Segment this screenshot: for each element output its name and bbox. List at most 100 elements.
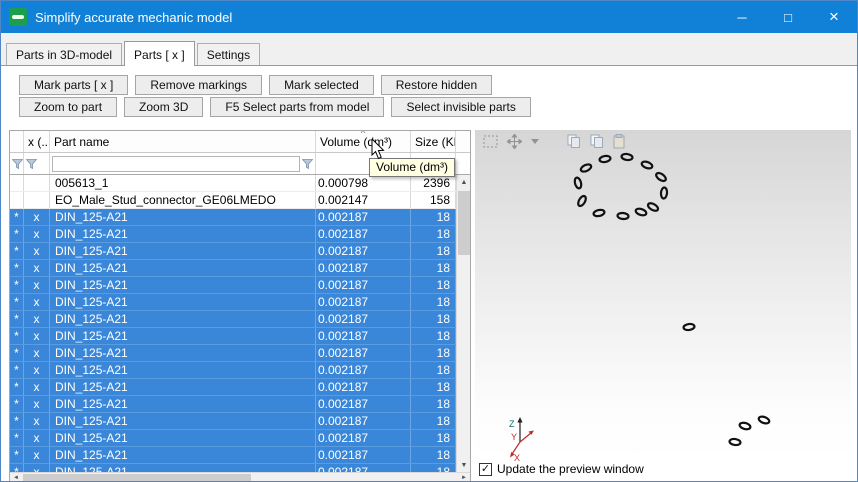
- table-row[interactable]: * x DIN_125-A21 0.002187 18: [10, 328, 456, 345]
- table-row[interactable]: * x DIN_125-A21 0.002187 18: [10, 345, 456, 362]
- scroll-up-icon[interactable]: ▲: [457, 175, 471, 189]
- filter-marker[interactable]: [10, 153, 24, 174]
- maximize-button[interactable]: □: [765, 1, 811, 33]
- button-row-2: Zoom to part Zoom 3D F5 Select parts fro…: [19, 97, 531, 117]
- minimize-button[interactable]: ─: [719, 1, 765, 33]
- row-volume-cell: 0.002187: [316, 413, 411, 429]
- header-volume[interactable]: ^ Volume (dm³): [316, 131, 411, 152]
- row-size-cell: 2396: [411, 175, 456, 191]
- row-size-cell: 18: [411, 311, 456, 327]
- row-marker-cell: *: [10, 226, 24, 242]
- washer-part: [655, 171, 667, 182]
- row-size-cell: 18: [411, 413, 456, 429]
- row-part-name-cell: DIN_125-A21: [50, 362, 316, 378]
- f5-select-parts-button[interactable]: F5 Select parts from model: [210, 97, 384, 117]
- zoom-to-part-button[interactable]: Zoom to part: [19, 97, 117, 117]
- table-row[interactable]: * x DIN_125-A21 0.002187 18: [10, 379, 456, 396]
- row-x-cell: x: [24, 430, 50, 446]
- horizontal-scroll-thumb[interactable]: [23, 474, 251, 482]
- row-part-name-cell: DIN_125-A21: [50, 311, 316, 327]
- washer-part: [739, 422, 751, 431]
- update-preview-label: Update the preview window: [497, 462, 644, 476]
- filter-x[interactable]: [24, 153, 50, 174]
- table-row[interactable]: 005613_1 0.000798 2396: [10, 175, 456, 192]
- chevron-down-icon[interactable]: [531, 139, 539, 144]
- table-row[interactable]: * x DIN_125-A21 0.002187 18: [10, 260, 456, 277]
- mark-selected-button[interactable]: Mark selected: [269, 75, 374, 95]
- table-row[interactable]: * x DIN_125-A21 0.002187 18: [10, 430, 456, 447]
- row-x-cell: x: [24, 345, 50, 361]
- row-part-name-cell: DIN_125-A21: [50, 294, 316, 310]
- scroll-left-icon[interactable]: ◄: [10, 473, 22, 482]
- table-row[interactable]: * x DIN_125-A21 0.002187 18: [10, 396, 456, 413]
- row-x-cell: x: [24, 379, 50, 395]
- washer-part: [621, 153, 633, 160]
- row-part-name-cell: EO_Male_Stud_connector_GE06LMEDO: [50, 192, 316, 208]
- table-row[interactable]: * x DIN_125-A21 0.002187 18: [10, 277, 456, 294]
- row-part-name-cell: DIN_125-A21: [50, 464, 316, 472]
- table-row[interactable]: * x DIN_125-A21 0.002187 18: [10, 311, 456, 328]
- row-x-cell: x: [24, 464, 50, 472]
- row-x-cell: x: [24, 294, 50, 310]
- washer-part: [574, 177, 583, 189]
- row-size-cell: 18: [411, 464, 456, 472]
- table-row[interactable]: * x DIN_125-A21 0.002187 18: [10, 226, 456, 243]
- row-volume-cell: 0.002187: [316, 464, 411, 472]
- tab-parts-in-3d-model[interactable]: Parts in 3D-model: [6, 43, 122, 66]
- update-preview-checkbox[interactable]: ✓: [479, 463, 492, 476]
- part-name-filter-input[interactable]: [52, 156, 300, 172]
- row-x-cell: [24, 192, 50, 208]
- washer-part: [577, 195, 588, 208]
- table-row[interactable]: * x DIN_125-A21 0.002187 18: [10, 464, 456, 472]
- filter-icon[interactable]: [26, 159, 37, 169]
- washer-part: [641, 160, 653, 169]
- tab-strip: Parts in 3D-model Parts [ x ] Settings: [1, 33, 857, 65]
- row-size-cell: 18: [411, 430, 456, 446]
- row-volume-cell: 0.002187: [316, 209, 411, 225]
- row-volume-cell: 0.002187: [316, 447, 411, 463]
- table-row[interactable]: * x DIN_125-A21 0.002187 18: [10, 413, 456, 430]
- tab-settings[interactable]: Settings: [197, 43, 260, 66]
- header-x[interactable]: x (...: [24, 131, 50, 152]
- header-part-name[interactable]: Part name: [50, 131, 316, 152]
- row-volume-cell: 0.002187: [316, 243, 411, 259]
- table-row[interactable]: * x DIN_125-A21 0.002187 18: [10, 243, 456, 260]
- filter-icon[interactable]: [12, 159, 23, 169]
- table-row[interactable]: * x DIN_125-A21 0.002187 18: [10, 294, 456, 311]
- remove-markings-button[interactable]: Remove markings: [135, 75, 262, 95]
- button-row-1: Mark parts [ x ] Remove markings Mark se…: [19, 75, 492, 95]
- scroll-down-icon[interactable]: ▼: [457, 458, 471, 472]
- vertical-scrollbar[interactable]: ▲ ▼: [456, 175, 470, 472]
- header-size[interactable]: Size (KB): [411, 131, 456, 152]
- select-invisible-parts-button[interactable]: Select invisible parts: [391, 97, 530, 117]
- window-title: Simplify accurate mechanic model: [35, 10, 719, 25]
- header-filler: [456, 131, 470, 152]
- zoom-window-icon[interactable]: [483, 135, 498, 148]
- table-row[interactable]: * x DIN_125-A21 0.002187 18: [10, 209, 456, 226]
- row-size-cell: 18: [411, 294, 456, 310]
- vertical-scroll-thumb[interactable]: [458, 191, 470, 255]
- table-row[interactable]: * x DIN_125-A21 0.002187 18: [10, 447, 456, 464]
- axis-triad: Z Y X: [503, 412, 545, 462]
- pan-move-icon[interactable]: [507, 134, 522, 149]
- copy-icon[interactable]: [590, 134, 604, 149]
- header-marker[interactable]: [10, 131, 24, 152]
- row-marker-cell: *: [10, 260, 24, 276]
- preview-toolbar: [483, 134, 627, 149]
- row-size-cell: 18: [411, 396, 456, 412]
- paste-icon[interactable]: [613, 134, 627, 149]
- restore-hidden-button[interactable]: Restore hidden: [381, 75, 492, 95]
- tab-parts-x[interactable]: Parts [ x ]: [124, 41, 195, 66]
- tab-page-parts-x: Mark parts [ x ] Remove markings Mark se…: [1, 65, 857, 481]
- close-button[interactable]: ×: [811, 1, 857, 33]
- scroll-right-icon[interactable]: ►: [458, 473, 470, 482]
- row-x-cell: x: [24, 413, 50, 429]
- copy-image-icon[interactable]: [567, 134, 581, 149]
- filter-icon[interactable]: [302, 159, 313, 169]
- table-row[interactable]: EO_Male_Stud_connector_GE06LMEDO 0.00214…: [10, 192, 456, 209]
- table-row[interactable]: * x DIN_125-A21 0.002187 18: [10, 362, 456, 379]
- horizontal-scrollbar[interactable]: ◄ ►: [10, 472, 470, 482]
- zoom-3d-button[interactable]: Zoom 3D: [124, 97, 203, 117]
- row-marker-cell: *: [10, 294, 24, 310]
- mark-parts-button[interactable]: Mark parts [ x ]: [19, 75, 128, 95]
